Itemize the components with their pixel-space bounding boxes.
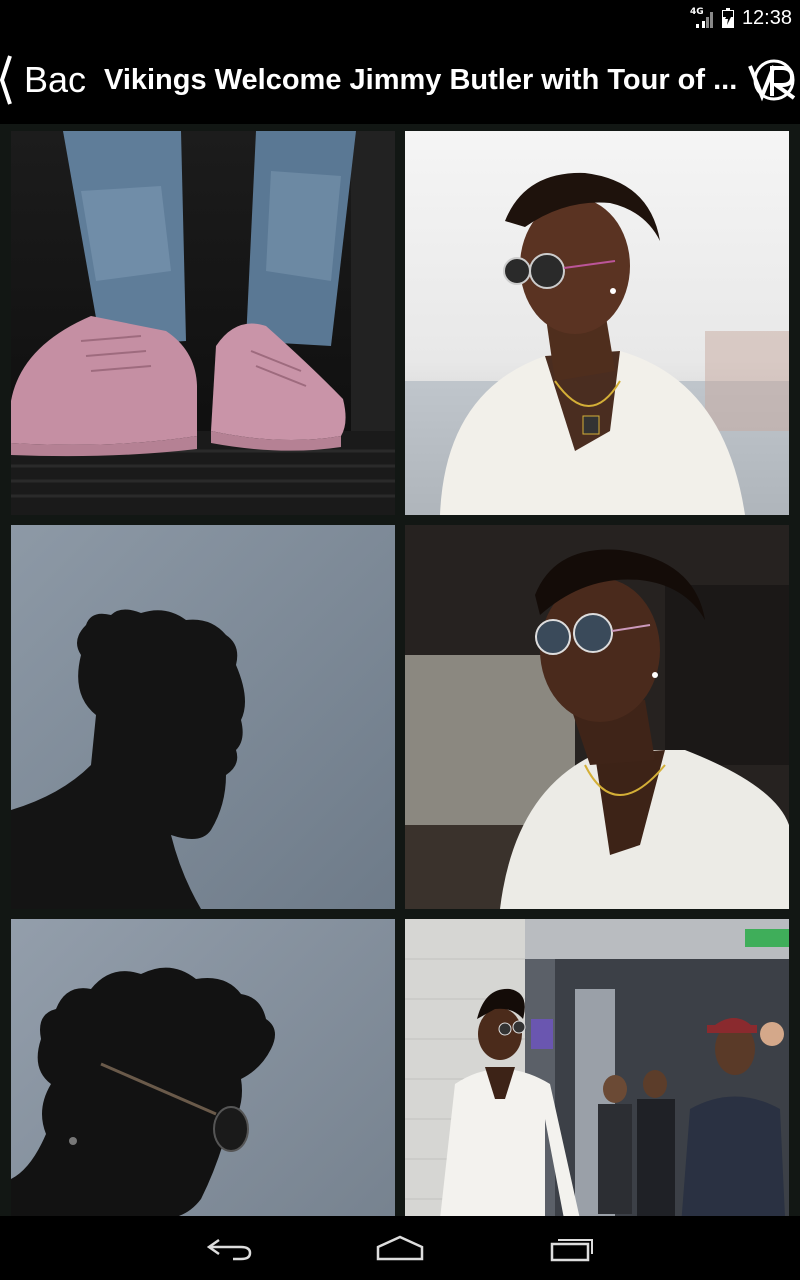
- photo-gallery: [0, 124, 800, 1216]
- gallery-photo[interactable]: [11, 131, 395, 515]
- back-arrow-icon: [207, 1238, 252, 1261]
- gallery-photo[interactable]: [11, 919, 395, 1216]
- chevron-left-icon[interactable]: [0, 52, 12, 108]
- recents-icon: [550, 1239, 593, 1262]
- gallery-photo[interactable]: [405, 525, 789, 909]
- status-bar: 4G 12:38: [0, 0, 800, 36]
- back-button[interactable]: Bac: [24, 56, 86, 104]
- gallery-photo[interactable]: [405, 919, 789, 1216]
- gallery-photo[interactable]: [405, 131, 789, 515]
- gallery-photo[interactable]: [11, 525, 395, 909]
- nav-home-button[interactable]: [360, 1228, 440, 1268]
- photo-arena-walk: [405, 919, 789, 1216]
- signal-icon: 4G: [690, 7, 714, 29]
- screen: 4G 12:38 Bac Vikings Welcome Jimmy Butle…: [0, 0, 800, 1280]
- photo-silhouette-glasses: [11, 919, 395, 1216]
- nav-recents-button[interactable]: [532, 1228, 612, 1268]
- page-title: Vikings Welcome Jimmy Butler with Tour o…: [104, 64, 738, 96]
- navigation-bar: [0, 1216, 800, 1280]
- app-bar: Bac Vikings Welcome Jimmy Butler with To…: [0, 36, 800, 124]
- home-icon: [376, 1235, 424, 1261]
- battery-icon: [721, 8, 734, 28]
- vr-logo-icon[interactable]: [748, 58, 798, 102]
- status-icons: 4G 12:38: [690, 6, 792, 30]
- photo-portrait-dark: [405, 525, 789, 909]
- photo-silhouette: [11, 525, 395, 909]
- photo-portrait-light: [405, 131, 789, 515]
- photo-sneakers: [11, 131, 395, 515]
- nav-back-button[interactable]: [190, 1228, 270, 1268]
- clock: 12:38: [741, 6, 792, 29]
